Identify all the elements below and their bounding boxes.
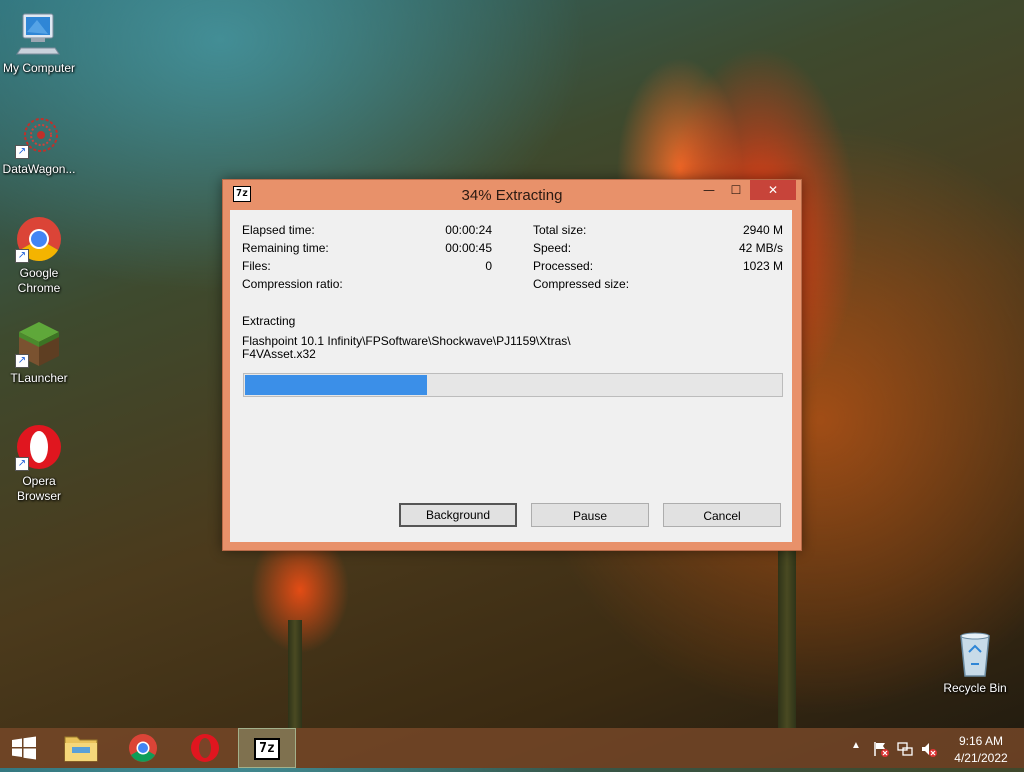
compression-ratio-label: Compression ratio: <box>242 277 343 291</box>
elapsed-time-value: 00:00:24 <box>445 223 492 237</box>
network-icon[interactable] <box>896 740 914 758</box>
desktop-icon-label: Opera Browser <box>16 474 61 503</box>
progress-bar <box>243 373 783 397</box>
total-size-value: 2940 M <box>742 223 783 237</box>
chrome-icon: ↗ <box>15 215 63 263</box>
datawagon-icon: ↗ <box>15 115 63 159</box>
computer-icon <box>15 10 63 58</box>
operation-label: Extracting <box>242 314 296 328</box>
action-center-flag-icon[interactable] <box>872 740 890 758</box>
clock-time[interactable]: 9:16 AM <box>946 734 1016 748</box>
shortcut-arrow-icon: ↗ <box>15 354 29 368</box>
processed-value: 1023 M <box>742 259 783 273</box>
desktop-icon-label: DataWagon... <box>2 162 76 176</box>
desktop-icon-google-chrome[interactable]: ↗ Google Chrome <box>0 215 78 296</box>
wallpaper-stem <box>288 620 302 728</box>
desktop-icon-label: Google Chrome <box>17 266 61 295</box>
desktop-icon-my-computer[interactable]: My Computer <box>0 10 78 76</box>
extract-progress-dialog: 7z 34% Extracting — ☐ ✕ Elapsed time: 00… <box>222 179 802 551</box>
desktop-icon-label: TLauncher <box>10 371 68 385</box>
taskbar-opera[interactable] <box>180 728 230 768</box>
elapsed-time-label: Elapsed time: <box>242 223 315 237</box>
folder-icon <box>64 736 98 762</box>
opera-icon: ↗ <box>15 423 63 471</box>
remaining-time-value: 00:00:45 <box>445 241 492 255</box>
remaining-time-label: Remaining time: <box>242 241 329 255</box>
desktop-icon-recycle-bin[interactable]: Recycle Bin <box>936 630 1014 696</box>
compressed-size-label: Compressed size: <box>533 277 630 291</box>
taskbar-chrome[interactable] <box>118 728 168 768</box>
files-label: Files: <box>242 259 271 273</box>
maximize-button[interactable]: ☐ <box>723 180 749 200</box>
cancel-button[interactable]: Cancel <box>663 503 781 527</box>
wallpaper-stem <box>778 548 796 728</box>
clock-date[interactable]: 4/21/2022 <box>946 751 1016 765</box>
opera-icon <box>191 734 219 762</box>
desktop-icon-opera-browser[interactable]: ↗ Opera Browser <box>0 423 78 504</box>
taskbar-7zip[interactable]: 7z <box>238 728 296 768</box>
files-value: 0 <box>485 259 492 273</box>
background-button[interactable]: Background <box>399 503 517 527</box>
pause-button[interactable]: Pause <box>531 503 649 527</box>
shortcut-arrow-icon: ↗ <box>15 457 29 471</box>
start-button[interactable] <box>0 728 48 768</box>
taskbar-file-explorer[interactable] <box>56 728 106 768</box>
desktop-icon-tlauncher[interactable]: ↗ TLauncher <box>0 320 78 386</box>
chrome-icon <box>129 734 157 762</box>
dialog-content: Elapsed time: 00:00:24 Remaining time: 0… <box>230 210 792 542</box>
desktop-icon-datawagon[interactable]: ↗ DataWagon... <box>0 115 78 177</box>
desktop-icon-label: Recycle Bin <box>943 681 1007 695</box>
minimize-button[interactable]: — <box>696 180 722 200</box>
tlauncher-icon: ↗ <box>15 320 63 368</box>
shortcut-arrow-icon: ↗ <box>15 249 29 263</box>
show-hidden-icons-button[interactable]: ▲ <box>850 740 862 751</box>
recycle-bin-icon <box>951 630 999 678</box>
speed-value: 42 MB/s <box>738 241 783 255</box>
close-button[interactable]: ✕ <box>750 180 796 200</box>
processed-label: Processed: <box>533 259 594 273</box>
current-file-path: Flashpoint 10.1 Infinity\FPSoftware\Shoc… <box>242 334 571 348</box>
dialog-titlebar[interactable]: 7z 34% Extracting — ☐ ✕ <box>223 180 801 210</box>
total-size-label: Total size: <box>533 223 587 237</box>
shortcut-arrow-icon: ↗ <box>15 145 29 159</box>
taskbar: 7z ▲ 9:16 AM 4/21/2022 <box>0 728 1024 768</box>
current-file-name: F4VAsset.x32 <box>242 347 316 361</box>
7zip-icon: 7z <box>254 738 280 760</box>
desktop-icon-label: My Computer <box>2 61 76 75</box>
windows-logo-icon <box>12 736 36 760</box>
speed-label: Speed: <box>533 241 572 255</box>
volume-muted-icon[interactable] <box>920 740 938 758</box>
progress-bar-fill <box>245 375 427 395</box>
